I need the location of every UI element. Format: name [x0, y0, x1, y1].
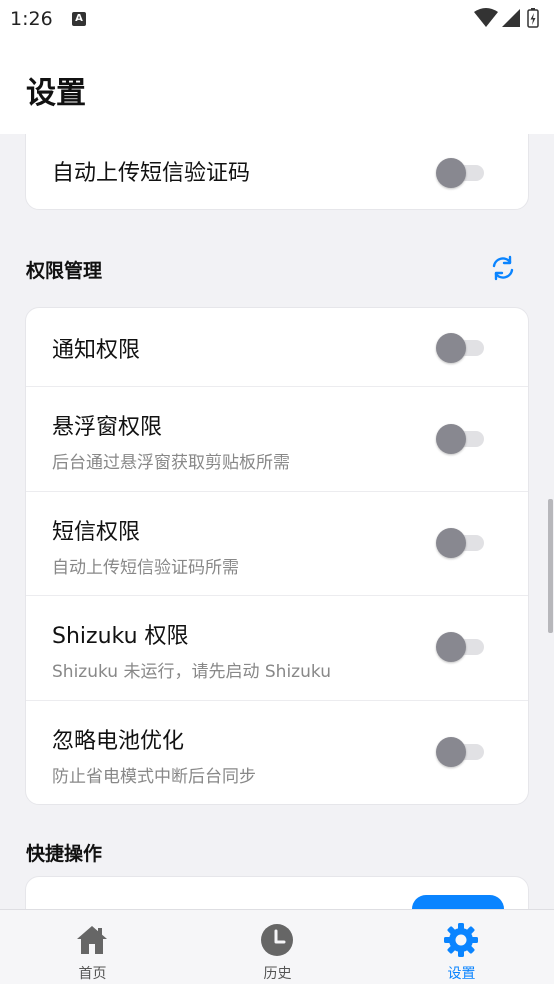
notification-permission-toggle[interactable]	[436, 331, 488, 365]
setting-title: 短信权限	[52, 520, 141, 545]
setting-subtitle: 自动上传短信验证码所需	[52, 558, 239, 578]
setting-title: 忽略电池优化	[52, 729, 185, 754]
setting-row-battery[interactable]: 忽略电池优化 防止省电模式中断后台同步	[26, 701, 528, 804]
setting-title: 自动上传短信验证码	[52, 161, 251, 186]
scrollbar[interactable]	[548, 499, 553, 633]
setting-row-notification[interactable]: 通知权限	[26, 308, 528, 387]
page-title: 设置	[26, 76, 86, 111]
gear-icon	[444, 923, 478, 957]
setting-row-overlay[interactable]: 悬浮窗权限 后台通过悬浮窗获取剪贴板所需	[26, 387, 528, 492]
a-icon: A	[72, 12, 86, 26]
sms-upload-toggle[interactable]	[436, 156, 488, 190]
nav-label: 设置	[447, 966, 476, 982]
quick-actions-section-title: 快捷操作	[26, 843, 103, 865]
overlay-permission-toggle[interactable]	[436, 422, 488, 456]
wifi-icon	[474, 8, 498, 27]
home-icon	[77, 926, 107, 954]
setting-subtitle: Shizuku 未运行，请先启动 Shizuku	[52, 662, 331, 682]
battery-icon	[527, 8, 539, 28]
setting-title: Shizuku 权限	[52, 624, 189, 649]
status-bar: 1:26 A	[0, 0, 554, 38]
setting-row-shizuku[interactable]: Shizuku 权限 Shizuku 未运行，请先启动 Shizuku	[26, 596, 528, 701]
quick-actions-card	[25, 876, 529, 909]
app-header: 设置	[0, 38, 554, 134]
nav-item-history[interactable]: 历史	[185, 910, 370, 984]
nav-item-home[interactable]: 首页	[0, 910, 185, 984]
nav-label: 历史	[263, 966, 292, 982]
setting-subtitle: 后台通过悬浮窗获取剪贴板所需	[52, 453, 290, 473]
status-time: 1:26	[10, 8, 53, 30]
sms-upload-card: 自动上传短信验证码	[25, 134, 529, 210]
setting-title: 悬浮窗权限	[52, 415, 163, 440]
setting-row-sms-upload[interactable]: 自动上传短信验证码	[26, 134, 528, 209]
bottom-nav: 首页 历史 设置	[0, 909, 554, 984]
settings-scroll-area[interactable]: 自动上传短信验证码 权限管理 通知权限 悬浮窗权限 后台通过悬浮窗获取剪贴板所需	[0, 134, 554, 909]
signal-icon	[502, 9, 520, 27]
permissions-section-title: 权限管理	[26, 260, 103, 282]
shizuku-permission-toggle[interactable]	[436, 630, 488, 664]
nav-item-settings[interactable]: 设置	[369, 910, 554, 984]
setting-subtitle: 防止省电模式中断后台同步	[52, 767, 256, 787]
status-icons	[472, 7, 544, 29]
battery-optimization-toggle[interactable]	[436, 735, 488, 769]
sms-permission-toggle[interactable]	[436, 526, 488, 560]
setting-row-sms-permission[interactable]: 短信权限 自动上传短信验证码所需	[26, 492, 528, 596]
nav-label: 首页	[78, 966, 107, 982]
permissions-card: 通知权限 悬浮窗权限 后台通过悬浮窗获取剪贴板所需 短信权限 自动上传短信验证码…	[25, 307, 529, 805]
refresh-icon[interactable]	[489, 254, 517, 282]
clock-icon	[261, 924, 293, 956]
quick-action-button[interactable]	[412, 895, 504, 909]
setting-title: 通知权限	[52, 338, 141, 363]
